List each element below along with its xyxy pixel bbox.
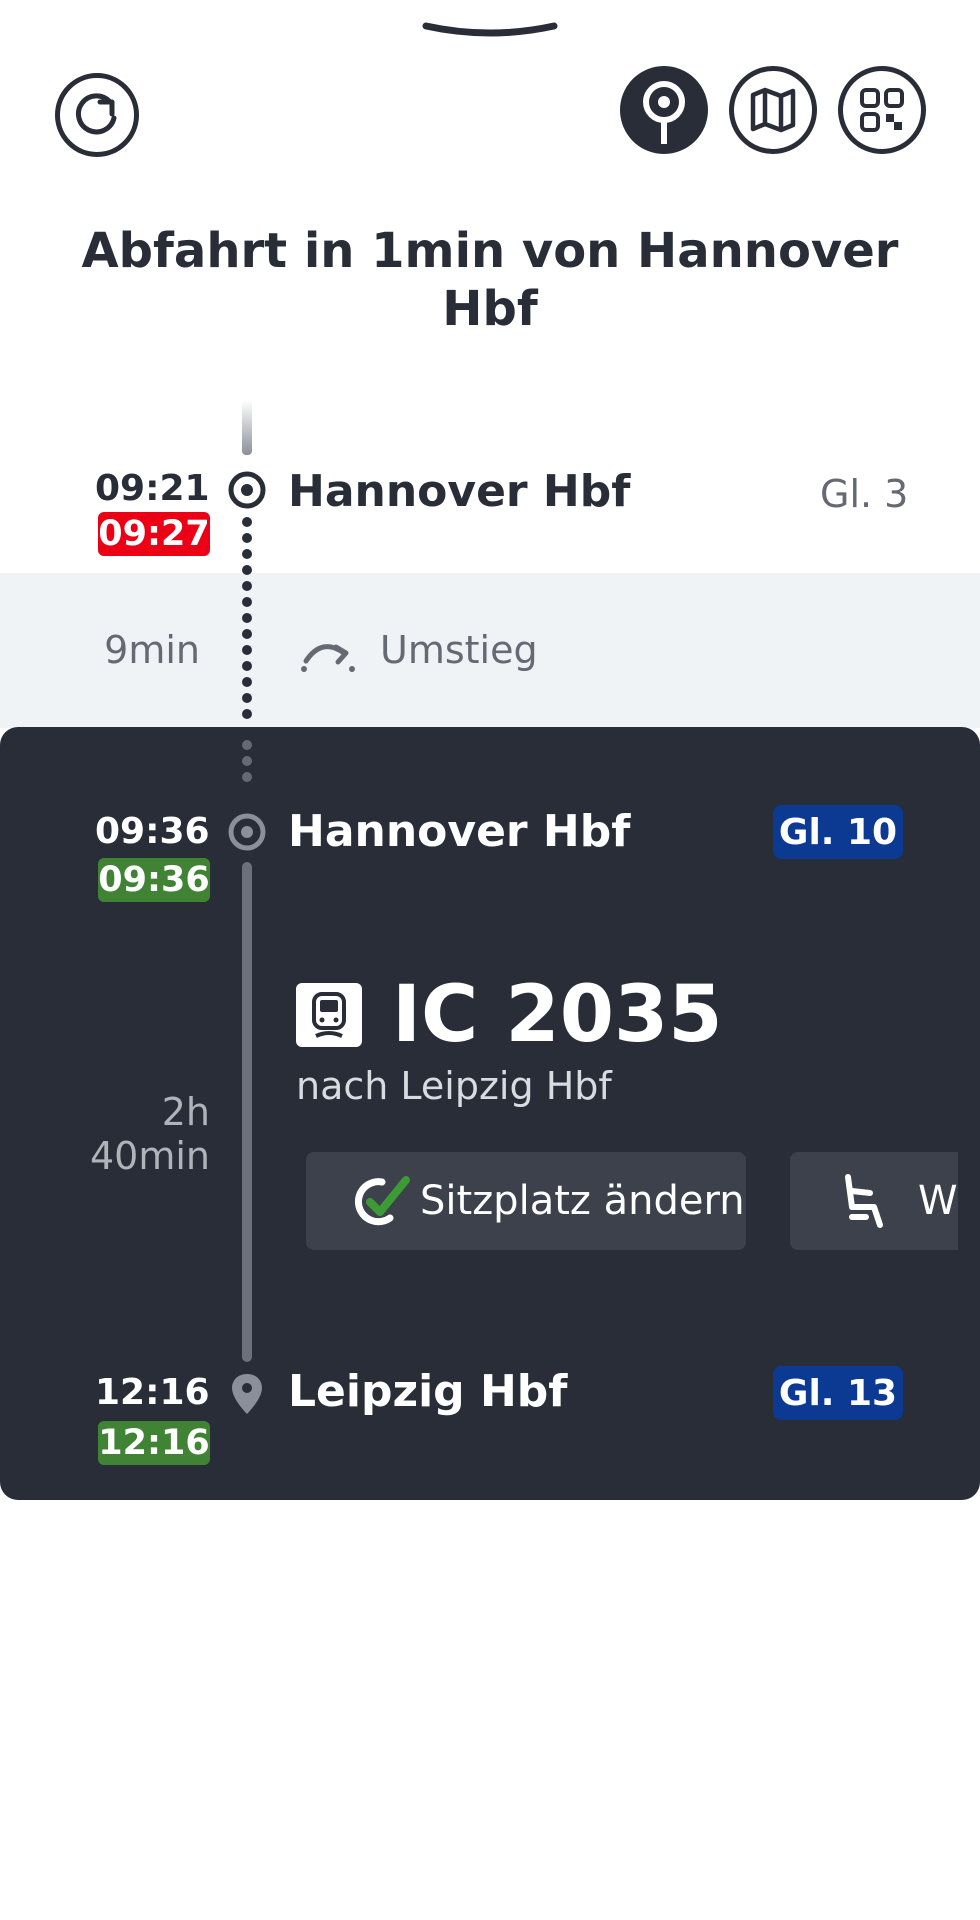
page-title: Abfahrt in 1min von Hannover Hbf <box>81 223 899 337</box>
stop-marker-icon <box>228 813 266 851</box>
refresh-icon <box>76 93 117 135</box>
transfer-walk-icon <box>301 644 355 672</box>
arrival-platform: Gl. 13 <box>773 1366 903 1420</box>
drag-handle[interactable] <box>420 18 560 44</box>
change-seat-label: Sitzplatz ändern <box>420 1178 745 1224</box>
arrival-station: Leipzig Hbf <box>288 1366 568 1417</box>
departure-planned-time: 09:36 <box>95 811 210 852</box>
arrival-planned-time: 12:16 <box>95 1372 210 1413</box>
train-icon-box <box>296 983 362 1047</box>
seat-icon <box>845 1174 883 1228</box>
seat-check-icon <box>354 1176 410 1226</box>
stop-marker-icon <box>228 471 266 509</box>
qr-code-button[interactable] <box>838 66 926 154</box>
map-button[interactable] <box>729 66 817 154</box>
timeline-segment <box>242 862 252 1362</box>
departure-actual-time: 09:36 <box>98 858 210 902</box>
location-button[interactable] <box>620 66 708 154</box>
seat-button[interactable]: W <box>790 1152 958 1250</box>
train-icon <box>312 992 346 1038</box>
trip-duration: 2h 40min <box>89 1090 210 1178</box>
transfer-label: Umstieg <box>380 628 538 672</box>
action-scroller[interactable]: Sitzplatz ändern W <box>306 1152 958 1252</box>
transfer-connector <box>242 517 252 725</box>
map-icon <box>750 87 796 133</box>
transfer-connector-dark <box>242 740 252 782</box>
origin-planned-time: 09:21 <box>95 468 210 509</box>
qr-code-icon <box>860 88 904 132</box>
seat-button-label: W <box>918 1178 958 1224</box>
departure-platform: Gl. 10 <box>773 805 903 859</box>
origin-actual-time: 09:27 <box>98 512 210 556</box>
departure-station: Hannover Hbf <box>288 806 631 857</box>
arrival-actual-time: 12:16 <box>98 1421 210 1465</box>
origin-station: Hannover Hbf <box>288 466 631 517</box>
transfer-duration: 9min <box>104 628 200 672</box>
refresh-button[interactable] <box>55 73 139 157</box>
train-name: IC 2035 <box>392 970 723 1060</box>
change-seat-button[interactable]: Sitzplatz ändern <box>306 1152 746 1250</box>
location-pin-icon <box>643 81 685 144</box>
origin-platform: Gl. 3 <box>820 472 909 516</box>
timeline-segment <box>242 400 252 455</box>
destination-pin-icon <box>232 1374 262 1414</box>
train-destination: nach Leipzig Hbf <box>296 1064 612 1108</box>
